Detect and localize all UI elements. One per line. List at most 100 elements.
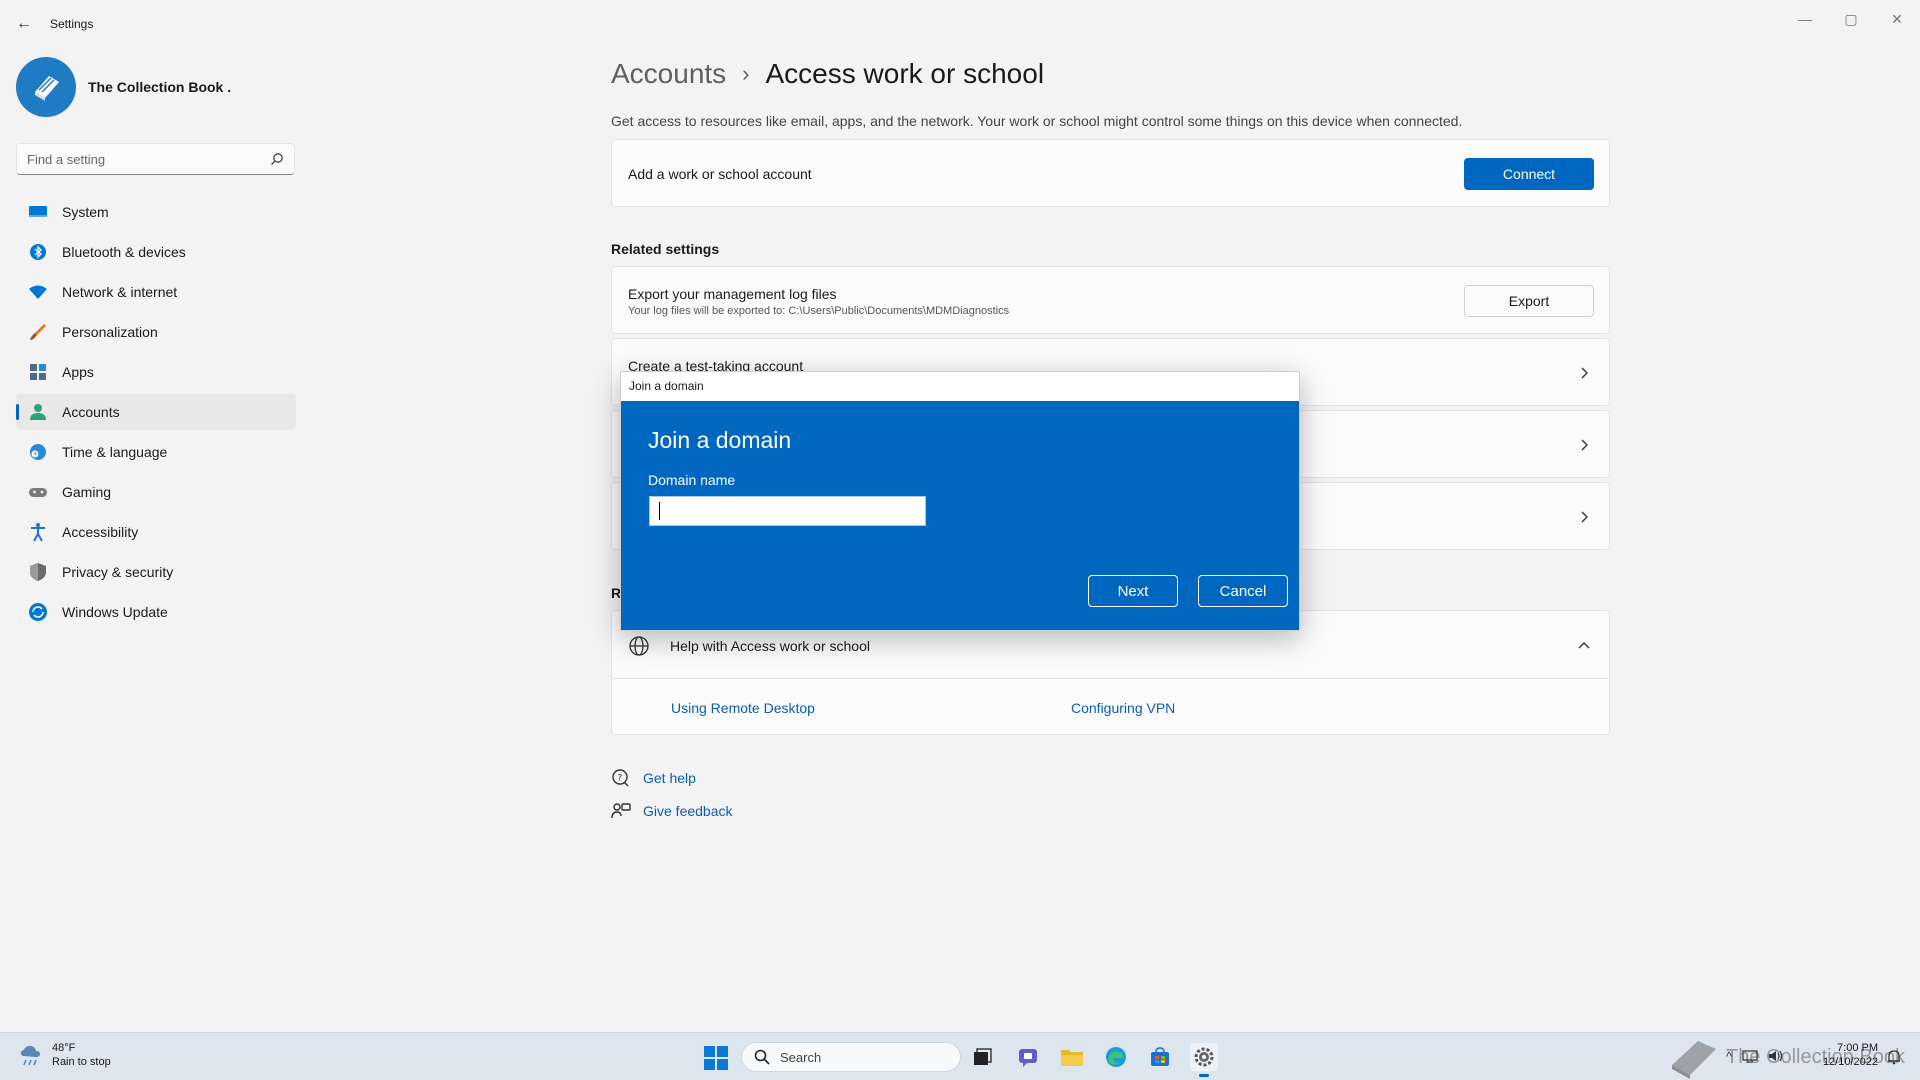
- give-feedback-label: Give feedback: [643, 803, 733, 819]
- dialog-heading: Join a domain: [648, 427, 792, 453]
- avatar: [16, 57, 76, 117]
- folder-icon: [1061, 1050, 1083, 1066]
- sidebar-item-label: Apps: [62, 364, 94, 380]
- brush-icon: [30, 324, 46, 340]
- clock-time: 7:00 PM: [1837, 1042, 1878, 1054]
- add-account-card: Add a work or school account Connect: [611, 139, 1610, 207]
- edge-browser-icon: [1106, 1047, 1126, 1067]
- taskbar-file-explorer[interactable]: [1058, 1043, 1086, 1071]
- sidebar-item-network[interactable]: Network & internet: [16, 274, 296, 310]
- cancel-button[interactable]: Cancel: [1198, 575, 1288, 607]
- sidebar-item-windows-update[interactable]: Windows Update: [16, 594, 296, 630]
- sidebar-item-time-language[interactable]: Time & language: [16, 434, 296, 470]
- app-title: Settings: [50, 17, 94, 31]
- rain-cloud-icon: [21, 1046, 40, 1066]
- domain-name-input[interactable]: [649, 496, 926, 526]
- search-icon[interactable]: [270, 152, 284, 166]
- monitor-icon: [29, 206, 47, 217]
- maximize-button[interactable]: ▢: [1828, 4, 1874, 34]
- sidebar-item-apps[interactable]: Apps: [16, 354, 296, 390]
- book-logo-icon: [1672, 1041, 1716, 1079]
- sidebar-item-label: Accounts: [62, 404, 120, 420]
- help-link-remote-desktop[interactable]: Using Remote Desktop: [671, 700, 815, 716]
- weather-desc: Rain to stop: [52, 1056, 111, 1068]
- bluetooth-icon: [30, 244, 46, 260]
- dialog-window-title: Join a domain: [621, 372, 1299, 401]
- wifi-icon: [29, 285, 47, 299]
- chevron-right-icon: [1581, 367, 1588, 379]
- taskbar-search[interactable]: Search: [741, 1042, 961, 1072]
- clock-date: 12/10/2022: [1822, 1056, 1878, 1068]
- sidebar-item-label: Privacy & security: [62, 564, 174, 580]
- svg-text:?: ?: [618, 774, 623, 784]
- chat-icon: [1019, 1049, 1037, 1067]
- search-input[interactable]: [17, 144, 257, 174]
- task-view-icon: [974, 1048, 992, 1065]
- get-help-link[interactable]: ? Get help: [611, 768, 696, 788]
- chevron-up-icon[interactable]: ^: [1726, 1049, 1732, 1064]
- back-button[interactable]: ←: [12, 12, 36, 36]
- sidebar-item-label: Gaming: [62, 484, 112, 500]
- taskbar-task-view[interactable]: [968, 1043, 996, 1071]
- notification-icon[interactable]: [1886, 1049, 1902, 1065]
- breadcrumb: Accounts › Access work or school: [611, 58, 1044, 90]
- give-feedback-link[interactable]: Give feedback: [611, 801, 733, 821]
- help-link-configuring-vpn[interactable]: Configuring VPN: [1071, 700, 1175, 716]
- add-account-label: Add a work or school account: [628, 166, 812, 182]
- person-icon: [30, 404, 46, 420]
- sidebar-item-gaming[interactable]: Gaming: [16, 474, 296, 510]
- sidebar-item-accessibility[interactable]: Accessibility: [16, 514, 296, 550]
- sidebar-item-label: System: [62, 204, 109, 220]
- sidebar-item-personalization[interactable]: Personalization: [16, 314, 296, 350]
- connect-button[interactable]: Connect: [1464, 158, 1594, 190]
- taskbar-store[interactable]: [1146, 1043, 1174, 1071]
- domain-name-label: Domain name: [648, 472, 736, 488]
- chevron-right-icon: [1581, 439, 1588, 451]
- gamepad-icon: [29, 488, 47, 497]
- taskbar-settings[interactable]: [1190, 1043, 1218, 1077]
- minimize-button[interactable]: —: [1782, 4, 1828, 34]
- sidebar-item-privacy[interactable]: Privacy & security: [16, 554, 296, 590]
- apps-icon: [30, 364, 46, 380]
- settings-search[interactable]: [16, 143, 295, 175]
- sidebar-item-label: Bluetooth & devices: [62, 244, 186, 260]
- page-description: Get access to resources like email, apps…: [611, 113, 1463, 129]
- sidebar-item-bluetooth[interactable]: Bluetooth & devices: [16, 234, 296, 270]
- sidebar-item-label: Time & language: [62, 444, 168, 460]
- taskbar-edge[interactable]: [1102, 1043, 1130, 1071]
- weather-widget[interactable]: 48°F Rain to stop: [18, 1041, 111, 1069]
- sidebar-item-system[interactable]: System: [16, 194, 296, 230]
- export-logs-title: Export your management log files: [628, 286, 837, 302]
- page-title: Access work or school: [765, 58, 1045, 89]
- help-chat-icon: ?: [612, 769, 629, 787]
- taskbar-chat[interactable]: [1014, 1043, 1042, 1071]
- chevron-right-icon: [1581, 511, 1588, 523]
- join-domain-dialog: Join a domain Join a domain Domain name …: [620, 371, 1300, 631]
- network-icon[interactable]: [1742, 1049, 1758, 1063]
- system-clock[interactable]: 7:00 PM 12/10/2022: [1810, 1041, 1878, 1069]
- profile[interactable]: The Collection Book .: [16, 57, 231, 117]
- profile-name: The Collection Book .: [88, 79, 232, 95]
- windows-start-icon[interactable]: [703, 1045, 729, 1071]
- help-title: Help with Access work or school: [670, 638, 870, 654]
- sidebar-item-accounts[interactable]: Accounts: [16, 394, 296, 430]
- sidebar-item-label: Windows Update: [62, 604, 168, 620]
- get-help-label: Get help: [643, 770, 696, 786]
- store-icon: [1151, 1047, 1169, 1066]
- close-button[interactable]: ✕: [1874, 4, 1920, 34]
- accessibility-icon: [31, 523, 45, 542]
- system-tray[interactable]: ^: [1726, 1049, 1784, 1064]
- export-logs-card: Export your management log files Your lo…: [611, 266, 1610, 334]
- export-logs-path: Your log files will be exported to: C:\U…: [628, 305, 1010, 317]
- shield-icon: [30, 563, 46, 581]
- next-button[interactable]: Next: [1088, 575, 1178, 607]
- chevron-up-icon[interactable]: [1577, 638, 1591, 652]
- globe-icon: [629, 636, 649, 656]
- volume-icon[interactable]: [1768, 1049, 1784, 1063]
- breadcrumb-parent[interactable]: Accounts: [611, 58, 726, 90]
- title-bar: ← Settings — ▢ ✕: [0, 0, 1920, 48]
- taskbar-search-label: Search: [780, 1049, 822, 1065]
- update-icon: [29, 603, 47, 621]
- export-button[interactable]: Export: [1464, 285, 1594, 317]
- taskbar: 48°F Rain to stop Search The Collection …: [0, 1032, 1920, 1080]
